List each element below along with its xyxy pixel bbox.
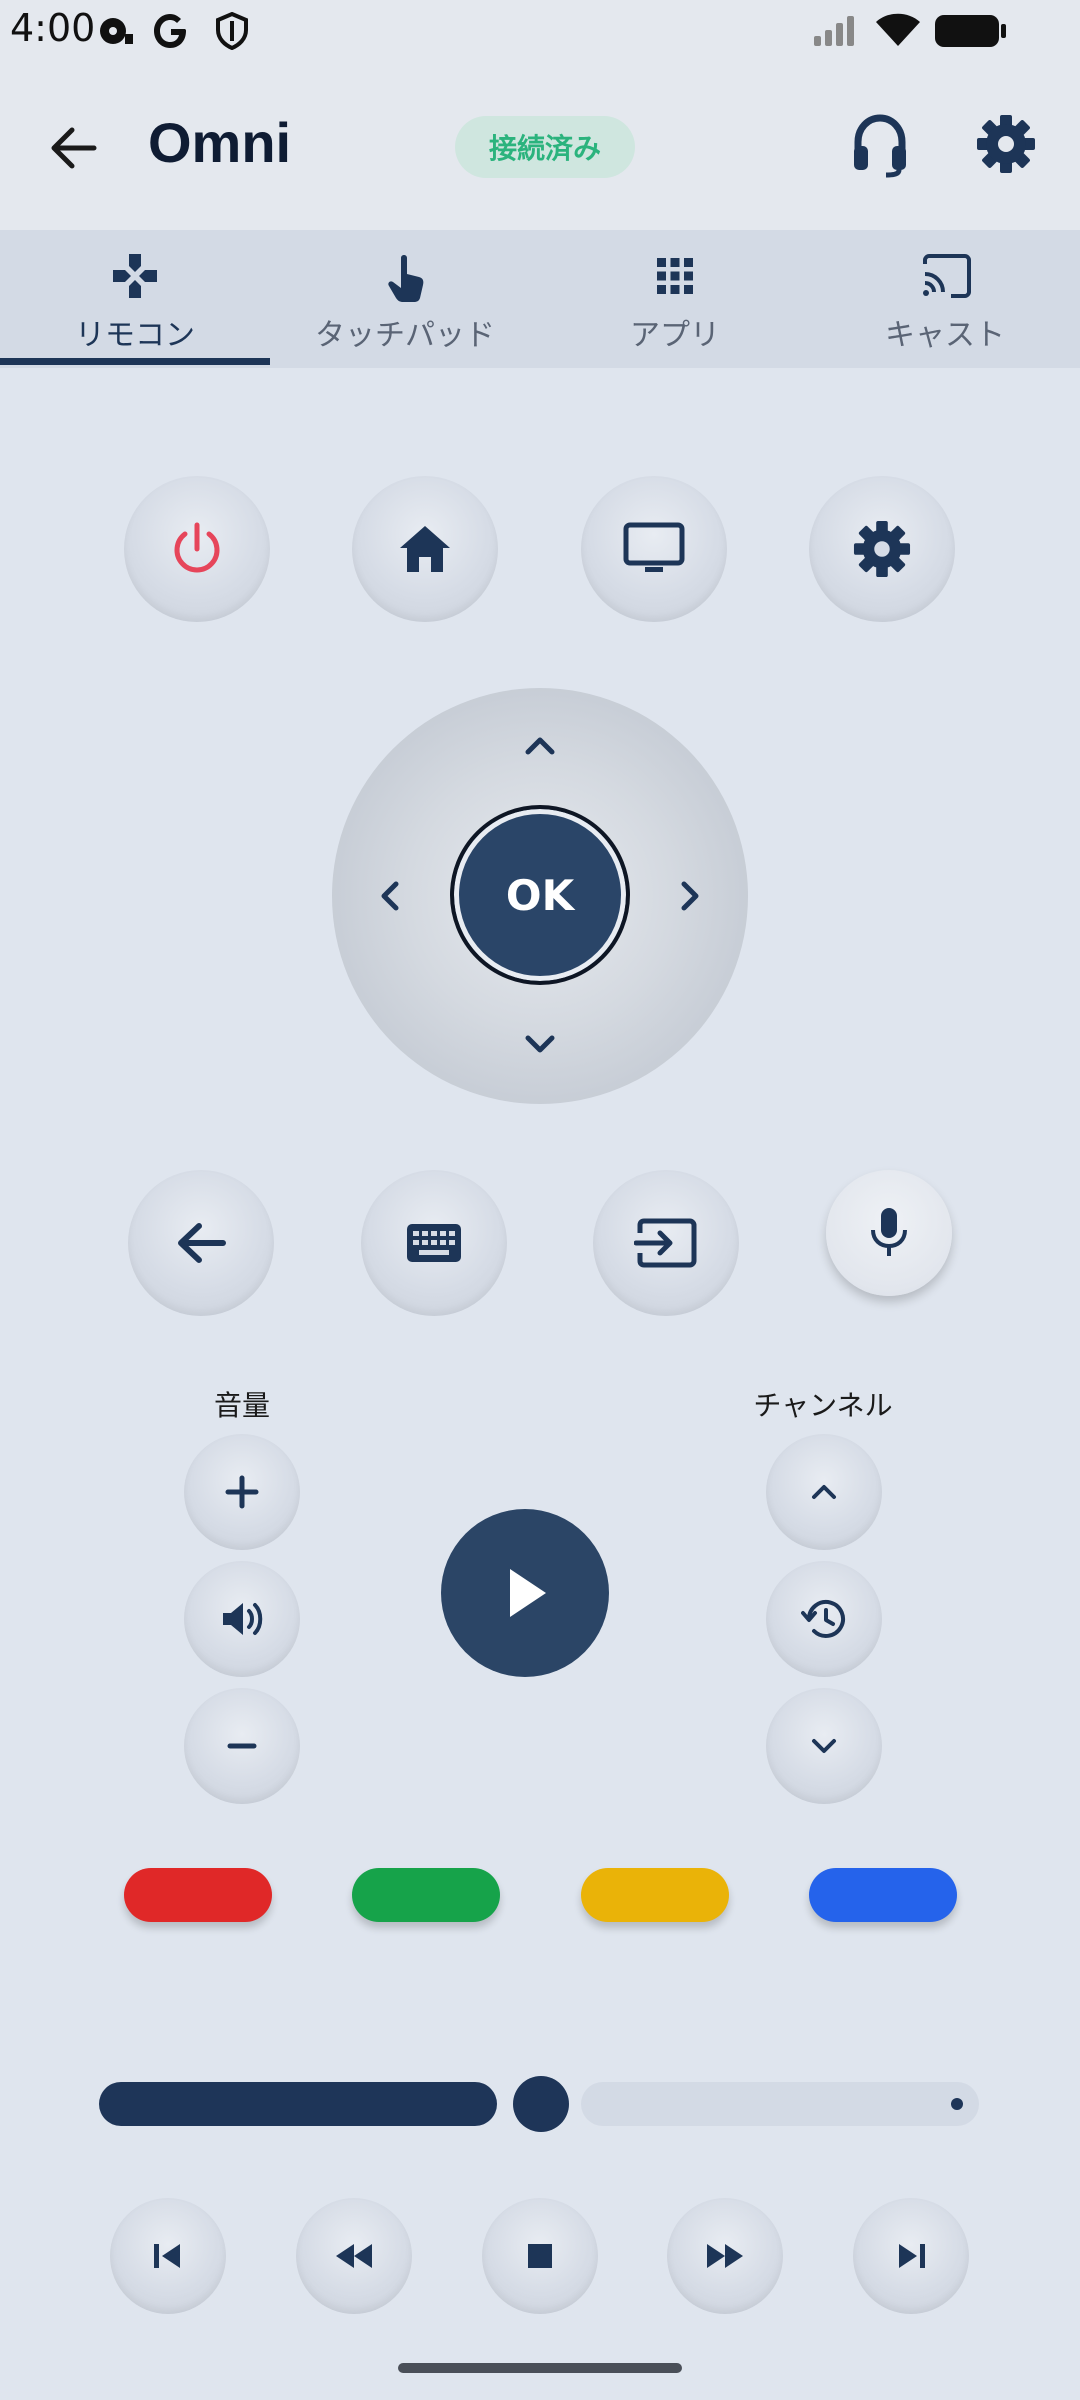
tab-label: タッチパッド	[315, 318, 495, 353]
tab-touchpad[interactable]: タッチパッド	[270, 230, 540, 368]
seek-bar-end-marker	[951, 2098, 963, 2110]
volume-label: 音量	[213, 1389, 270, 1422]
signal-icon	[812, 14, 860, 48]
minus-icon	[222, 1726, 262, 1766]
cast-icon	[921, 252, 973, 300]
power-icon	[167, 519, 227, 579]
dpad-left-button[interactable]	[374, 876, 404, 916]
voice-search-button[interactable]	[826, 1170, 952, 1296]
seek-bar-thumb[interactable]	[513, 2076, 569, 2132]
tab-remote[interactable]: リモコン	[0, 230, 270, 368]
app-header: Omni 接続済み	[0, 62, 1080, 230]
yellow-key-button[interactable]	[581, 1868, 729, 1922]
plus-icon	[222, 1472, 262, 1512]
volume-up-button[interactable]	[184, 1434, 300, 1550]
tv-button[interactable]	[581, 476, 727, 622]
settings-icon	[853, 520, 911, 578]
ok-button[interactable]: OK	[450, 805, 630, 985]
media-icon	[98, 14, 134, 48]
fast-forward-button[interactable]	[667, 2198, 783, 2314]
dpad-right-button[interactable]	[676, 876, 706, 916]
tab-apps[interactable]: アプリ	[540, 230, 810, 368]
back-arrow-icon[interactable]	[46, 120, 102, 176]
page-title: Omni	[148, 111, 292, 174]
stop-icon	[525, 2241, 555, 2271]
rewind-icon	[332, 2240, 376, 2272]
channel-label: チャンネル	[753, 1389, 893, 1422]
status-time: 4:00	[10, 6, 96, 50]
skip-next-button[interactable]	[853, 2198, 969, 2314]
apps-grid-icon	[651, 252, 699, 300]
shield-icon	[215, 12, 249, 50]
volume-icon	[219, 1599, 265, 1639]
power-button[interactable]	[124, 476, 270, 622]
tv-icon	[623, 522, 685, 576]
seek-bar-track[interactable]	[581, 2082, 979, 2126]
tv-settings-button[interactable]	[809, 476, 955, 622]
seek-bar-progress	[99, 2082, 497, 2126]
play-pause-button[interactable]	[441, 1509, 609, 1677]
fast-forward-icon	[703, 2240, 747, 2272]
back-button[interactable]	[128, 1170, 274, 1316]
active-tab-indicator	[0, 358, 270, 365]
wifi-icon	[874, 12, 922, 48]
keyboard-icon	[405, 1222, 463, 1264]
red-key-button[interactable]	[124, 1868, 272, 1922]
tab-label: リモコン	[75, 318, 195, 353]
chevron-down-icon	[806, 1733, 842, 1759]
chevron-up-icon	[806, 1479, 842, 1505]
previous-channel-button[interactable]	[766, 1561, 882, 1677]
battery-icon	[934, 14, 1008, 48]
history-icon	[801, 1597, 847, 1641]
touch-icon	[381, 252, 429, 304]
channel-down-button[interactable]	[766, 1688, 882, 1804]
stop-button[interactable]	[482, 2198, 598, 2314]
gear-icon[interactable]	[976, 114, 1036, 174]
channel-up-button[interactable]	[766, 1434, 882, 1550]
mic-icon	[869, 1206, 909, 1260]
skip-previous-icon	[150, 2240, 186, 2272]
volume-down-button[interactable]	[184, 1688, 300, 1804]
tab-label: アプリ	[630, 318, 720, 353]
input-source-icon	[634, 1217, 698, 1269]
home-gesture-bar[interactable]	[398, 2363, 682, 2373]
home-button[interactable]	[352, 476, 498, 622]
keyboard-button[interactable]	[361, 1170, 507, 1316]
google-icon	[153, 12, 189, 50]
green-key-button[interactable]	[352, 1868, 500, 1922]
dpad-up-button[interactable]	[520, 730, 560, 760]
rewind-button[interactable]	[296, 2198, 412, 2314]
input-source-button[interactable]	[593, 1170, 739, 1316]
back-icon	[173, 1218, 229, 1268]
dpad-down-button[interactable]	[520, 1030, 560, 1060]
tab-cast[interactable]: キャスト	[810, 230, 1080, 368]
skip-previous-button[interactable]	[110, 2198, 226, 2314]
status-bar: 4:00	[0, 0, 1080, 62]
tab-label: キャスト	[885, 318, 1005, 353]
tab-bar: リモコン タッチパッド アプリ キャスト	[0, 230, 1080, 368]
headset-icon[interactable]	[850, 112, 910, 178]
blue-key-button[interactable]	[809, 1868, 957, 1922]
skip-next-icon	[893, 2240, 929, 2272]
play-icon	[500, 1565, 550, 1621]
mute-button[interactable]	[184, 1561, 300, 1677]
connection-status-badge: 接続済み	[455, 116, 635, 178]
home-icon	[396, 522, 454, 576]
gamepad-icon	[111, 252, 159, 300]
